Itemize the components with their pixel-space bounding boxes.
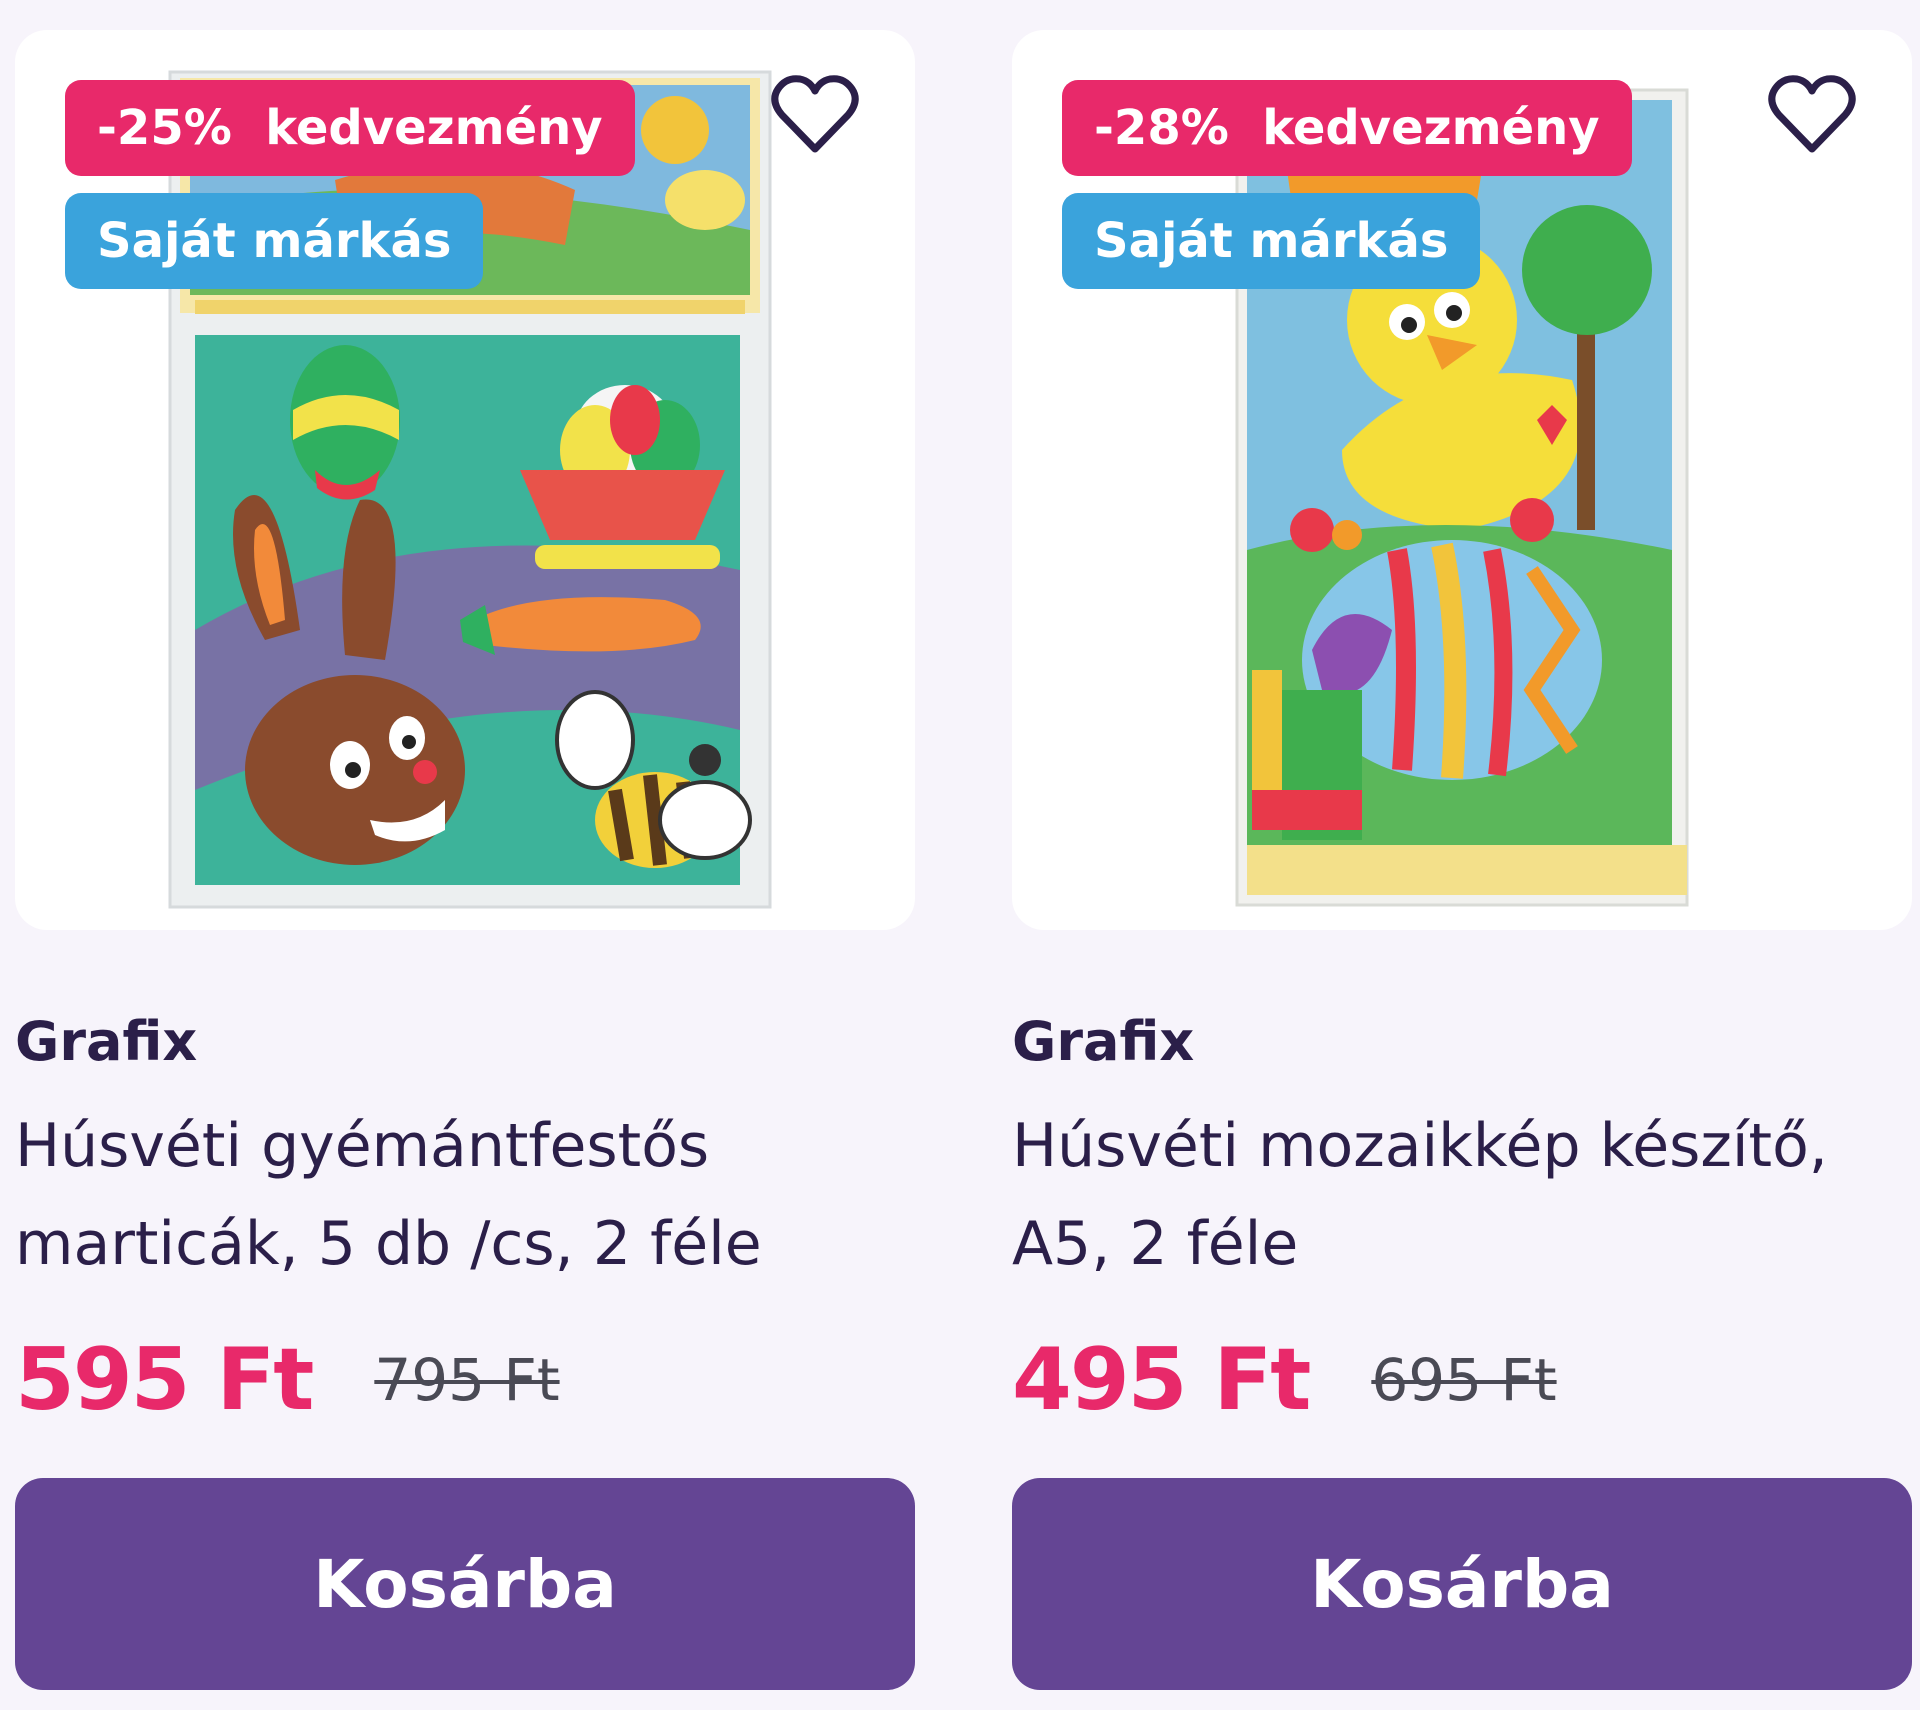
current-price: 495 Ft [1012, 1330, 1311, 1430]
price-row: 595 Ft 795 Ft [15, 1325, 560, 1435]
original-price: 695 Ft [1371, 1346, 1557, 1414]
product-title[interactable]: Húsvéti gyémántfestős marticák, 5 db /cs… [15, 1097, 895, 1293]
product-brand[interactable]: Grafix [1012, 1010, 1194, 1073]
product-image-box[interactable]: -25% kedvezmény Saját márkás [15, 30, 915, 930]
own-brand-badge: Saját márkás [1062, 193, 1481, 289]
add-to-cart-button[interactable]: Kosárba [1012, 1478, 1912, 1690]
product-brand[interactable]: Grafix [15, 1010, 197, 1073]
add-to-cart-button[interactable]: Kosárba [15, 1478, 915, 1690]
current-price: 595 Ft [15, 1330, 314, 1430]
product-image-box[interactable]: -28% kedvezmény Saját márkás [1012, 30, 1912, 930]
heart-icon[interactable] [770, 75, 860, 155]
product-card: -28% kedvezmény Saját márkás Grafix Húsv… [1012, 0, 1912, 1710]
discount-badge: -25% kedvezmény [65, 80, 635, 176]
product-card: -25% kedvezmény Saját márkás Grafix Húsv… [15, 0, 915, 1710]
heart-icon[interactable] [1767, 75, 1857, 155]
own-brand-badge: Saját márkás [65, 193, 484, 289]
price-row: 495 Ft 695 Ft [1012, 1325, 1557, 1435]
original-price: 795 Ft [374, 1346, 560, 1414]
discount-badge: -28% kedvezmény [1062, 80, 1632, 176]
product-title[interactable]: Húsvéti mozaikkép készítő, A5, 2 féle [1012, 1097, 1892, 1293]
